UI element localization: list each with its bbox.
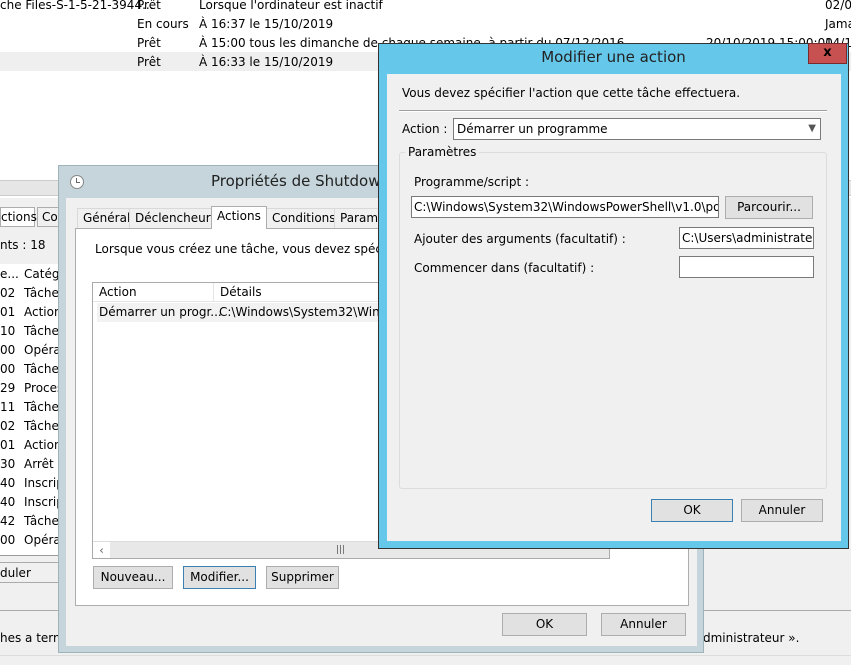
action-select[interactable]: Démarrer un programme ▼ — [453, 118, 821, 140]
task-cell-name[interactable]: che Files-S-1-5-21-3944... — [0, 0, 154, 12]
separator — [399, 110, 827, 112]
event-category[interactable]: Tâche — [24, 419, 59, 433]
event-category[interactable]: Action — [24, 438, 62, 452]
footer-text: duler — [0, 566, 31, 580]
event-category[interactable]: Action — [24, 305, 62, 319]
scroll-grip-icon: ||| — [336, 545, 346, 555]
close-icon: x — [823, 45, 832, 60]
button-label: Modifier... — [190, 570, 249, 584]
dialog-title: Propriétés de Shutdown C — [211, 172, 406, 190]
program-label: Programme/script : — [414, 175, 530, 189]
event-id[interactable]: 01 — [0, 438, 15, 452]
clock-icon — [70, 175, 84, 189]
event-id[interactable]: 10 — [0, 324, 15, 338]
event-id[interactable]: 00 — [0, 343, 15, 357]
event-category[interactable]: Tâche — [24, 324, 59, 338]
tab-label: ctions — [1, 210, 37, 224]
status-text: dministrateur ». — [703, 631, 800, 645]
events-count: nts : 18 — [0, 238, 46, 252]
button-label: Nouveau... — [100, 570, 166, 584]
start-in-label: Commencer dans (facultatif) : — [414, 261, 595, 275]
task-cell-status[interactable]: Prêt — [137, 55, 161, 69]
button-label: OK — [683, 503, 701, 517]
properties-ok-button[interactable]: OK — [502, 613, 587, 636]
task-cell-last[interactable]: Jama — [825, 17, 851, 31]
task-cell-trigger[interactable]: À 16:33 le 15/10/2019 — [199, 55, 333, 69]
button-label: Annuler — [620, 617, 667, 631]
properties-cancel-button[interactable]: Annuler — [601, 613, 686, 636]
row-details: C:\Windows\System32\Windo — [219, 305, 395, 319]
task-cell-last[interactable]: 02/0 — [825, 0, 851, 12]
col-header[interactable]: e... — [0, 267, 19, 281]
edit-ok-button[interactable]: OK — [651, 499, 733, 522]
tab-actions[interactable]: Actions — [211, 206, 267, 229]
col-header-action[interactable]: Action — [93, 283, 214, 302]
event-id[interactable]: 02 — [0, 286, 15, 300]
task-cell-status[interactable]: Prêt — [137, 0, 161, 12]
tab-conditions[interactable]: Conditions — [266, 208, 342, 229]
task-cell-trigger[interactable]: Lorsque l'ordinateur est inactif — [199, 0, 383, 12]
header-label: Action — [99, 285, 137, 299]
tab-settings[interactable]: Paramè — [334, 208, 384, 229]
event-id[interactable]: 42 — [0, 514, 15, 528]
event-category[interactable]: Tâche — [24, 400, 59, 414]
event-id[interactable]: 40 — [0, 476, 15, 490]
button-label: Supprimer — [271, 570, 334, 584]
event-id[interactable]: 00 — [0, 533, 15, 547]
arguments-input[interactable]: C:\Users\administrateur. — [679, 227, 814, 249]
close-button[interactable]: x — [808, 43, 847, 64]
edit-button[interactable]: Modifier... — [183, 566, 256, 589]
event-id[interactable]: 30 — [0, 457, 15, 471]
event-id[interactable]: 11 — [0, 400, 15, 414]
event-category[interactable]: Tâche — [24, 286, 59, 300]
edit-cancel-button[interactable]: Annuler — [741, 499, 823, 522]
edit-description: Vous devez spécifier l'action que cette … — [402, 86, 741, 100]
start-in-input[interactable] — [679, 256, 814, 278]
tab-label: Général — [83, 211, 131, 225]
event-id[interactable]: 40 — [0, 495, 15, 509]
action-label: Action : — [402, 122, 448, 136]
event-id[interactable]: 01 — [0, 305, 15, 319]
row-action: Démarrer un progr... — [99, 305, 222, 319]
new-button[interactable]: Nouveau... — [93, 566, 173, 589]
task-cell-status[interactable]: Prêt — [137, 36, 161, 50]
program-input[interactable]: C:\Windows\System32\WindowsPowerShell\v1… — [411, 196, 719, 218]
button-label: Parcourir... — [737, 200, 801, 214]
event-id[interactable]: 29 — [0, 381, 15, 395]
group-label: Paramètres — [405, 145, 480, 159]
button-label: OK — [535, 617, 554, 631]
scroll-left-icon[interactable]: ‹ — [93, 542, 110, 558]
arguments-label: Ajouter des arguments (facultatif) : — [414, 232, 626, 246]
header-label: Détails — [220, 285, 262, 299]
tab-general[interactable]: Général — [77, 208, 137, 229]
input-value: C:\Windows\System32\WindowsPowerShell\v1… — [414, 200, 719, 214]
bg-tab-actions[interactable]: ctions — [0, 207, 37, 227]
event-id[interactable]: 02 — [0, 419, 15, 433]
event-id[interactable]: 00 — [0, 362, 15, 376]
tab-triggers[interactable]: Déclencheurs — [129, 208, 223, 229]
tab-label: Actions — [217, 209, 261, 223]
task-cell-trigger[interactable]: À 16:37 le 15/10/2019 — [199, 17, 333, 31]
browse-button[interactable]: Parcourir... — [725, 196, 813, 219]
tab-label: Conditions — [272, 211, 336, 225]
button-label: Annuler — [758, 503, 806, 517]
event-category[interactable]: Tâche — [24, 362, 59, 376]
status-bar — [0, 655, 851, 665]
select-value: Démarrer un programme — [457, 122, 608, 136]
event-category[interactable]: Tâche — [24, 514, 59, 528]
delete-button[interactable]: Supprimer — [266, 566, 339, 589]
input-value: C:\Users\administrateur. — [682, 231, 814, 245]
dialog-title: Modifier une action — [541, 48, 686, 66]
chevron-down-icon: ▼ — [808, 123, 816, 134]
tab-label: Co — [42, 210, 58, 224]
tab-label: Déclencheurs — [135, 211, 217, 225]
task-cell-status[interactable]: En cours — [137, 17, 189, 31]
